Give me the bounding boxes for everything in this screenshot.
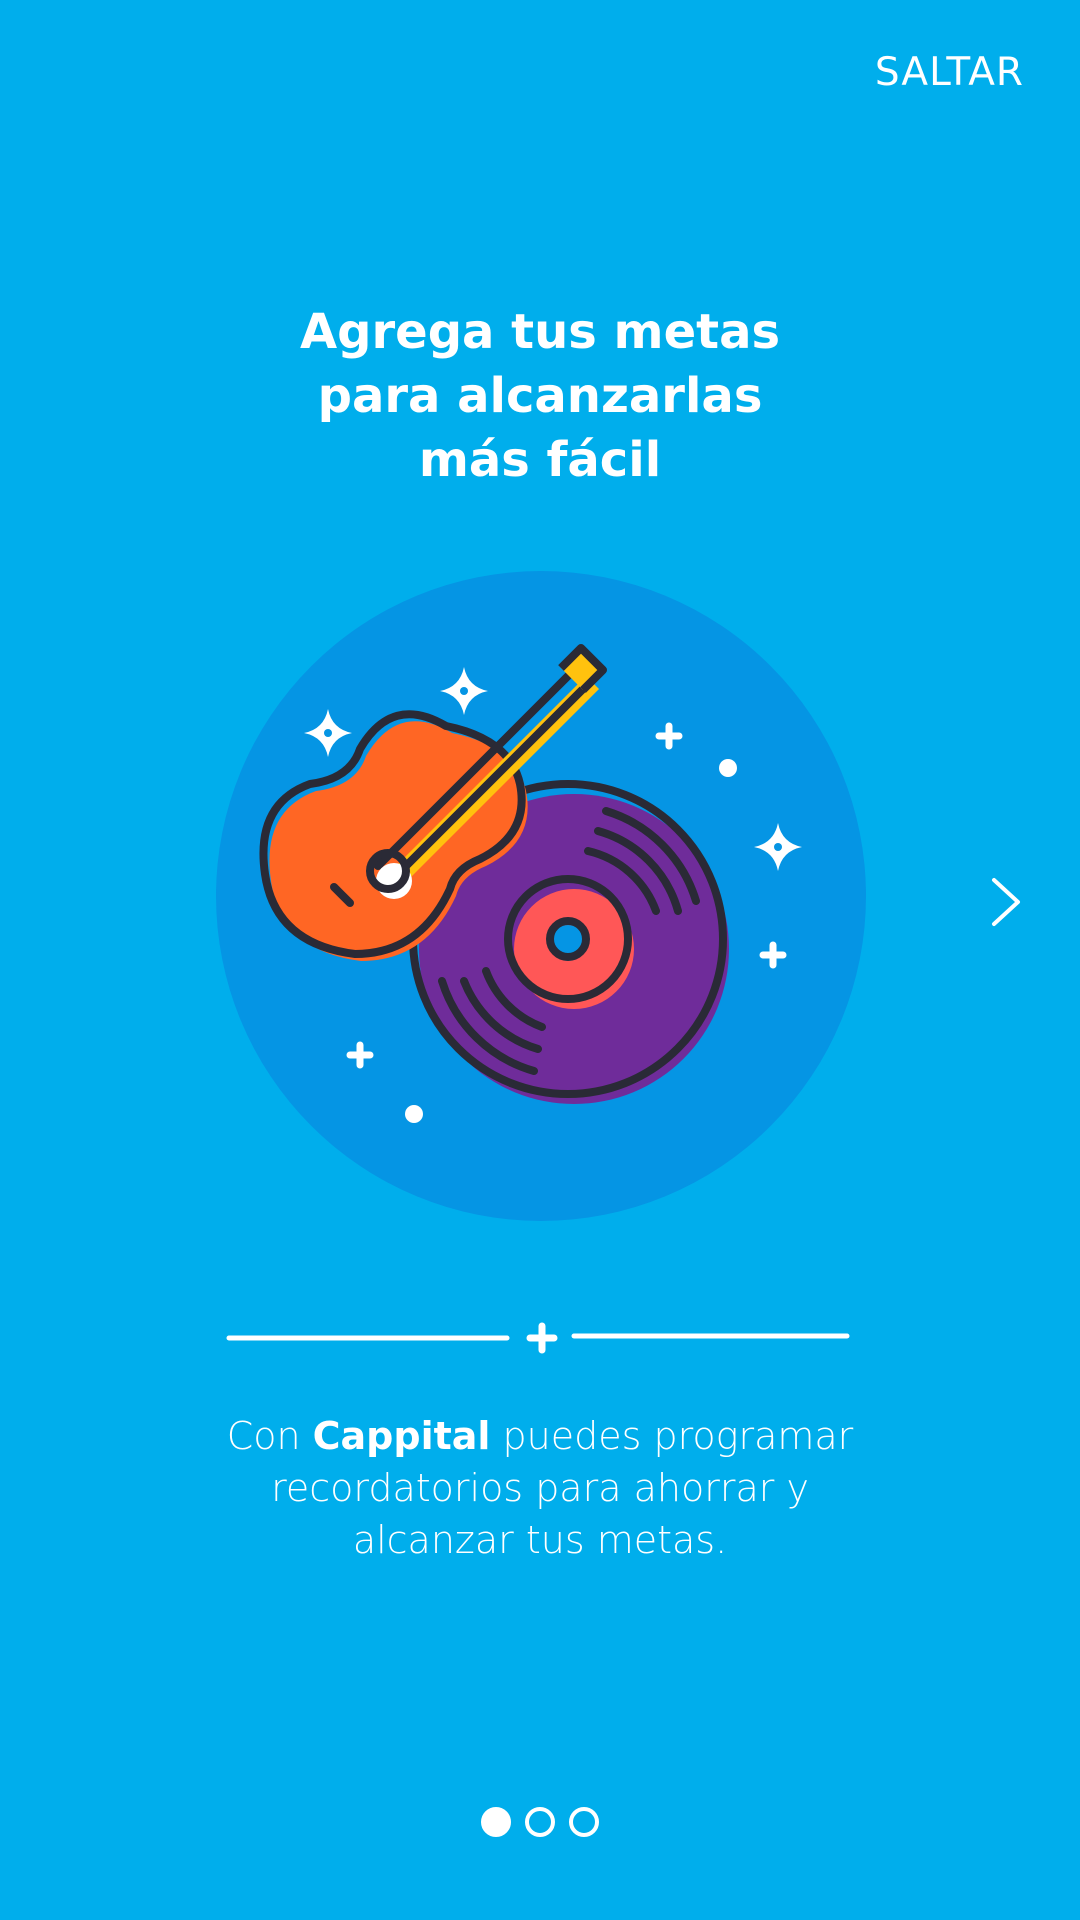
brand-name: Cappital [312, 1414, 491, 1458]
description-prefix: Con [226, 1414, 313, 1458]
plus-icon [526, 1322, 558, 1354]
description-text: Con Cappital puedes programar recordator… [200, 1410, 880, 1566]
page-indicator [0, 1807, 1080, 1837]
skip-button[interactable]: SALTAR [875, 50, 1024, 95]
dot-icon [405, 1105, 423, 1123]
chevron-right-icon[interactable] [988, 876, 1024, 928]
page-dot[interactable] [569, 1807, 599, 1837]
description-line-1: Con Cappital puedes programar [200, 1410, 880, 1462]
title-line-1: Agrega tus metas [299, 304, 781, 360]
goal-illustration [216, 571, 866, 1221]
description-suffix: puedes programar [490, 1414, 854, 1458]
description-line-3: alcanzar tus metas. [352, 1518, 728, 1562]
description-line-2: recordatorios para ahorrar y [271, 1466, 809, 1510]
title-line-2: para alcanzarlas [317, 368, 763, 424]
section-divider [226, 1322, 850, 1354]
page-dot[interactable] [525, 1807, 555, 1837]
page-title: Agrega tus metas para alcanzarlas más fá… [240, 300, 840, 492]
title-line-3: más fácil [418, 432, 662, 488]
dot-icon [719, 759, 737, 777]
page-dot[interactable] [481, 1807, 511, 1837]
